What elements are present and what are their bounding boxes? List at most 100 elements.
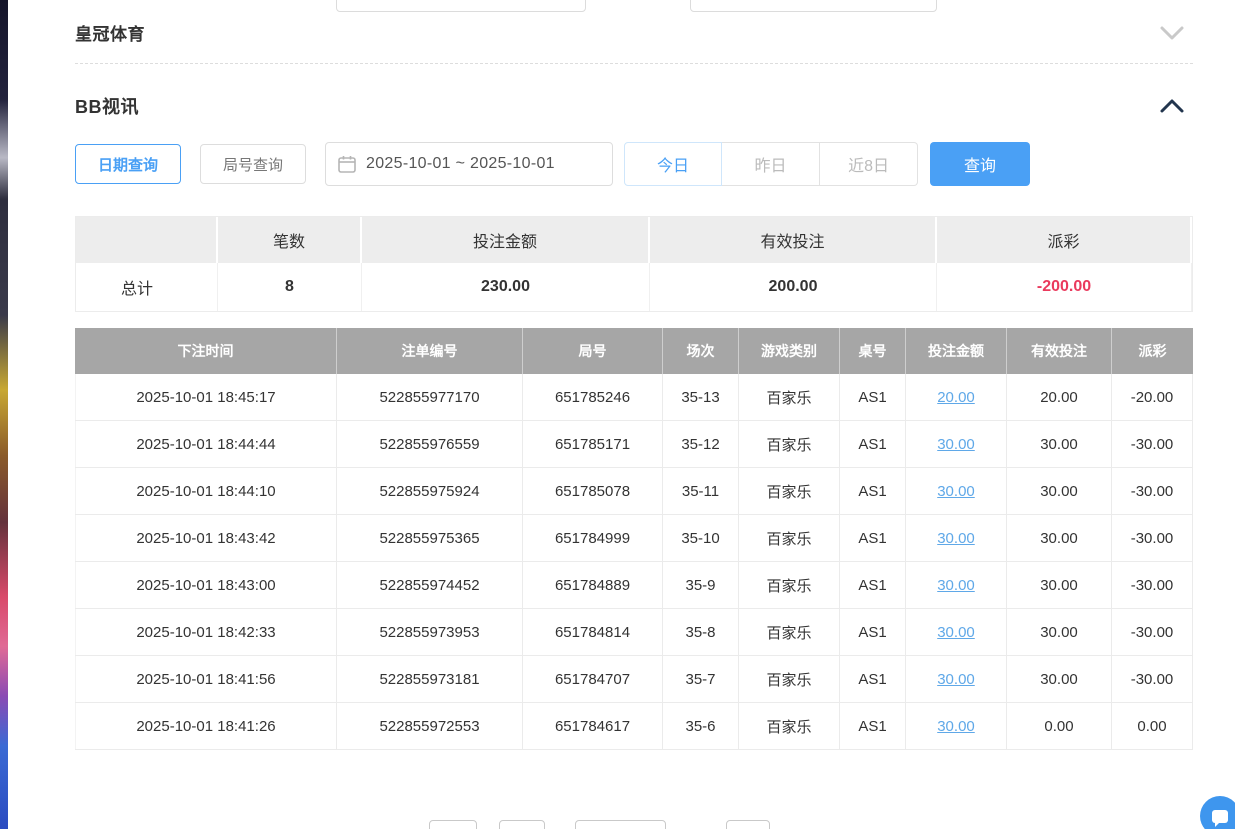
cell-slip-number: 522855973953 <box>337 609 523 655</box>
chevron-up-icon[interactable] <box>1159 98 1185 114</box>
cell-table-number: AS1 <box>840 656 906 702</box>
cell-round-number: 651784889 <box>523 562 663 608</box>
pagination-button-3[interactable] <box>726 820 770 829</box>
cell-valid-bet: 30.00 <box>1007 656 1112 702</box>
bet-records-table: 下注时间 注单编号 局号 场次 游戏类别 桌号 投注金额 有效投注 派彩 202… <box>75 328 1193 750</box>
customer-service-button[interactable] <box>1200 796 1235 829</box>
summary-header-valid: 有效投注 <box>650 217 937 263</box>
table-row: 2025-10-01 18:42:33 522855973953 6517848… <box>75 609 1193 656</box>
summary-table: 笔数 投注金额 有效投注 派彩 总计 8 230.00 200.00 -200.… <box>75 216 1193 312</box>
filter-toolbar: 日期查询 局号查询 2025-10-01 ~ 2025-10-01 今日 昨日 … <box>75 142 1193 186</box>
summary-header-row: 笔数 投注金额 有效投注 派彩 <box>76 217 1192 263</box>
cell-bet-time: 2025-10-01 18:43:42 <box>75 515 337 561</box>
cell-round-number: 651784707 <box>523 656 663 702</box>
cell-payout: 0.00 <box>1112 703 1193 749</box>
cell-table-number: AS1 <box>840 374 906 420</box>
cell-game-type: 百家乐 <box>739 468 840 514</box>
pagination-button-2[interactable] <box>499 820 545 829</box>
bet-amount-link[interactable]: 30.00 <box>937 624 975 641</box>
cell-session: 35-6 <box>663 703 739 749</box>
bet-amount-link[interactable]: 30.00 <box>937 436 975 453</box>
cell-bet-time: 2025-10-01 18:44:10 <box>75 468 337 514</box>
cell-table-number: AS1 <box>840 703 906 749</box>
pagination-button-1[interactable] <box>429 820 477 829</box>
cell-table-number: AS1 <box>840 515 906 561</box>
bet-amount-link[interactable]: 20.00 <box>937 389 975 406</box>
cell-round-number: 651784814 <box>523 609 663 655</box>
cell-slip-number: 522855973181 <box>337 656 523 702</box>
header-round-number: 局号 <box>523 328 663 374</box>
cell-payout: -30.00 <box>1112 609 1193 655</box>
chevron-down-icon[interactable] <box>1159 25 1185 41</box>
cell-session: 35-12 <box>663 421 739 467</box>
cell-session: 35-9 <box>663 562 739 608</box>
cell-game-type: 百家乐 <box>739 421 840 467</box>
cell-game-type: 百家乐 <box>739 609 840 655</box>
bet-amount-link[interactable]: 30.00 <box>937 577 975 594</box>
date-range-picker[interactable]: 2025-10-01 ~ 2025-10-01 <box>325 142 613 186</box>
date-query-tab[interactable]: 日期查询 <box>75 144 181 184</box>
crown-sports-title: 皇冠体育 <box>75 20 145 45</box>
bet-amount-link[interactable]: 30.00 <box>937 530 975 547</box>
bet-amount-link[interactable]: 30.00 <box>937 483 975 500</box>
section-crown-sports[interactable]: 皇冠体育 <box>75 0 1193 64</box>
cell-session: 35-8 <box>663 609 739 655</box>
cell-table-number: AS1 <box>840 421 906 467</box>
search-button[interactable]: 查询 <box>930 142 1030 186</box>
summary-header-count: 笔数 <box>218 217 362 263</box>
bet-amount-link[interactable]: 30.00 <box>937 671 975 688</box>
summary-total-label: 总计 <box>76 263 218 311</box>
cell-payout: -30.00 <box>1112 562 1193 608</box>
cell-bet-time: 2025-10-01 18:41:26 <box>75 703 337 749</box>
cell-round-number: 651785246 <box>523 374 663 420</box>
cell-game-type: 百家乐 <box>739 656 840 702</box>
pagination-page-select[interactable] <box>575 820 666 829</box>
cell-slip-number: 522855976559 <box>337 421 523 467</box>
table-row: 2025-10-01 18:44:44 522855976559 6517851… <box>75 421 1193 468</box>
cell-table-number: AS1 <box>840 609 906 655</box>
cell-session: 35-10 <box>663 515 739 561</box>
cell-payout: -30.00 <box>1112 421 1193 467</box>
cell-payout: -20.00 <box>1112 374 1193 420</box>
quick-today-button[interactable]: 今日 <box>624 142 722 186</box>
main-content: 皇冠体育 BB视讯 日期查询 局号查询 2025-10-01 ~ 2025 <box>75 0 1193 750</box>
bet-amount-link[interactable]: 30.00 <box>937 718 975 735</box>
bet-records-body: 2025-10-01 18:45:17 522855977170 6517852… <box>75 374 1193 750</box>
cell-valid-bet: 30.00 <box>1007 421 1112 467</box>
table-row: 2025-10-01 18:41:26 522855972553 6517846… <box>75 703 1193 750</box>
quick-last8days-button[interactable]: 近8日 <box>820 142 918 186</box>
header-payout: 派彩 <box>1112 328 1193 374</box>
cell-valid-bet: 30.00 <box>1007 515 1112 561</box>
round-query-tab[interactable]: 局号查询 <box>200 144 306 184</box>
quick-range-group: 今日 昨日 近8日 <box>624 142 918 186</box>
header-bet-time: 下注时间 <box>75 328 337 374</box>
page: 皇冠体育 BB视讯 日期查询 局号查询 2025-10-01 ~ 2025 <box>0 0 1235 829</box>
cell-bet-time: 2025-10-01 18:45:17 <box>75 374 337 420</box>
quick-yesterday-button[interactable]: 昨日 <box>722 142 820 186</box>
cell-session: 35-7 <box>663 656 739 702</box>
date-range-value: 2025-10-01 ~ 2025-10-01 <box>366 155 555 173</box>
section-bb-video[interactable]: BB视讯 <box>75 92 1193 120</box>
cell-round-number: 651784999 <box>523 515 663 561</box>
table-row: 2025-10-01 18:45:17 522855977170 6517852… <box>75 374 1193 421</box>
summary-header-bet: 投注金额 <box>362 217 650 263</box>
summary-total-valid: 200.00 <box>650 263 937 311</box>
header-bet-amount: 投注金额 <box>906 328 1007 374</box>
cell-bet-time: 2025-10-01 18:44:44 <box>75 421 337 467</box>
header-table-number: 桌号 <box>840 328 906 374</box>
background-art-strip <box>0 0 8 829</box>
cell-slip-number: 522855972553 <box>337 703 523 749</box>
cell-valid-bet: 30.00 <box>1007 562 1112 608</box>
cell-game-type: 百家乐 <box>739 562 840 608</box>
summary-total-bet: 230.00 <box>362 263 650 311</box>
cell-round-number: 651784617 <box>523 703 663 749</box>
cell-round-number: 651785078 <box>523 468 663 514</box>
summary-header-blank <box>76 217 218 263</box>
cell-valid-bet: 30.00 <box>1007 609 1112 655</box>
cell-valid-bet: 20.00 <box>1007 374 1112 420</box>
bb-video-title: BB视讯 <box>75 93 139 119</box>
table-row: 2025-10-01 18:43:42 522855975365 6517849… <box>75 515 1193 562</box>
cell-bet-time: 2025-10-01 18:41:56 <box>75 656 337 702</box>
header-valid-bet: 有效投注 <box>1007 328 1112 374</box>
cell-payout: -30.00 <box>1112 468 1193 514</box>
